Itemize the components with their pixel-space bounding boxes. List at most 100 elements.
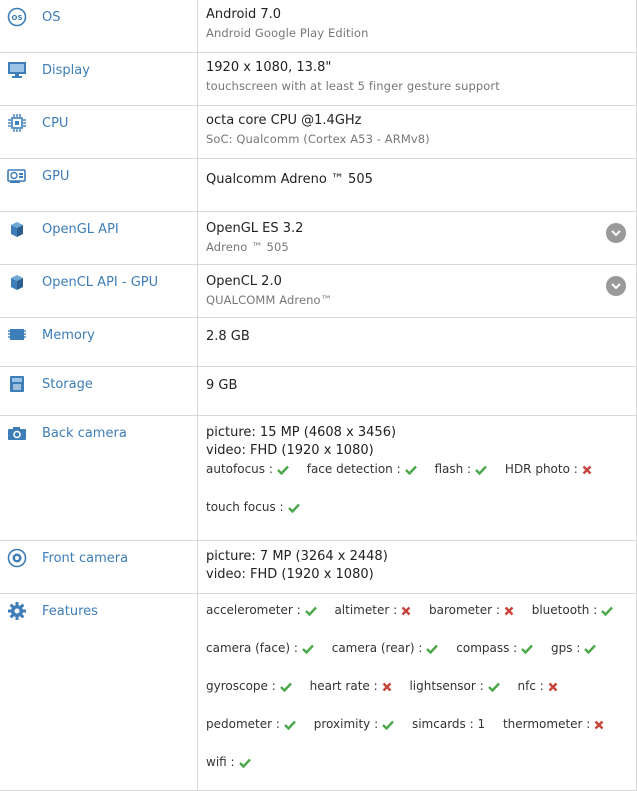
back-camera-picture: picture: 15 MP (4608 x 3456) — [206, 425, 397, 440]
feature-autofocus: autofocus : — [206, 460, 289, 480]
feature-camera-face: camera (face) : — [206, 639, 314, 659]
memory-label: Memory — [42, 328, 95, 343]
row-label-cell: Memory — [0, 318, 198, 366]
os-subvalue: Android Google Play Edition — [206, 26, 369, 40]
check-icon — [382, 717, 395, 735]
feature-altimeter: altimeter : — [334, 601, 411, 621]
opengl-expand-button[interactable] — [606, 223, 626, 243]
chevron-down-icon — [611, 230, 621, 237]
row-label-cell: Display — [0, 53, 198, 105]
features-line-2: camera (face) : camera (rear) : compass … — [206, 639, 636, 659]
front-camera-icon — [7, 548, 27, 568]
feature-gyroscope: gyroscope : — [206, 677, 292, 697]
feature-name: lightsensor : — [409, 679, 484, 693]
row-value-cell: Android 7.0 Android Google Play Edition — [198, 0, 637, 52]
feature-accelerometer: accelerometer : — [206, 601, 317, 621]
features-line-5: wifi : — [206, 753, 636, 773]
feature-gps: gps : — [551, 639, 597, 659]
feature-compass: compass : — [456, 639, 534, 659]
features-label: Features — [42, 604, 98, 619]
check-icon — [404, 462, 417, 480]
back-camera-features-2: touch focus : — [206, 498, 636, 518]
row-value-cell: picture: 15 MP (4608 x 3456) video: FHD … — [198, 416, 637, 540]
gear-icon — [7, 601, 27, 621]
feature-name: thermometer : — [502, 717, 591, 731]
row-features: Features accelerometer : altimeter : bar… — [0, 594, 637, 791]
row-label-cell: CPU — [0, 106, 198, 158]
display-value: 1920 x 1080, 13.8" — [206, 60, 332, 75]
feature-name: gps : — [551, 641, 581, 655]
feature-camera-rear: camera (rear) : — [332, 639, 439, 659]
back-camera-label: Back camera — [42, 426, 127, 441]
row-label-cell: Features — [0, 594, 198, 790]
check-icon — [521, 641, 534, 659]
feature-hdr-photo: HDR photo : — [505, 460, 592, 480]
row-value-cell: accelerometer : altimeter : barometer : … — [198, 594, 637, 790]
row-opengl: OpenGL API OpenGL ES 3.2 Adreno ™ 505 — [0, 212, 637, 265]
cpu-label: CPU — [42, 116, 69, 131]
row-label-cell: OS OS — [0, 0, 198, 52]
row-value-cell: OpenGL ES 3.2 Adreno ™ 505 — [198, 212, 637, 264]
monitor-icon — [7, 60, 27, 80]
row-opencl: OpenCL API - GPU OpenCL 2.0 QUALCOMM Adr… — [0, 265, 637, 318]
feature-name: accelerometer : — [206, 603, 301, 617]
row-gpu: GPU Qualcomm Adreno ™ 505 — [0, 159, 637, 212]
cross-icon — [548, 679, 558, 697]
opengl-label: OpenGL API — [42, 222, 119, 237]
feature-name: face detection : — [306, 462, 401, 476]
check-icon — [584, 641, 597, 659]
check-icon — [284, 717, 296, 735]
feature-flash: flash : — [434, 460, 487, 480]
opencl-expand-button[interactable] — [606, 276, 626, 296]
feature-name: simcards : — [411, 717, 474, 731]
feature-name: HDR photo : — [504, 462, 578, 476]
gpu-label: GPU — [42, 169, 70, 184]
chevron-down-icon — [611, 283, 621, 290]
features-line-4: pedometer : proximity : simcards : 1 the… — [206, 715, 636, 735]
feature-name: gyroscope : — [206, 679, 276, 693]
memory-value: 2.8 GB — [206, 329, 250, 344]
row-value-cell: OpenCL 2.0 QUALCOMM Adreno™ — [198, 265, 637, 317]
row-display: Display 1920 x 1080, 13.8" touchscreen w… — [0, 53, 637, 106]
row-label-cell: OpenGL API — [0, 212, 198, 264]
cross-icon — [582, 462, 592, 480]
storage-sd-icon — [7, 374, 27, 394]
row-value-cell: 2.8 GB — [198, 318, 637, 366]
device-spec-table: OS OS Android 7.0 Android Google Play Ed… — [0, 0, 637, 791]
feature-name: altimeter : — [334, 603, 398, 617]
os-value: Android 7.0 — [206, 7, 282, 22]
feature-bluetooth: bluetooth : — [532, 601, 614, 621]
cube-icon — [7, 272, 27, 292]
cpu-value: octa core CPU @1.4GHz — [206, 113, 362, 128]
feature-name: barometer : — [428, 603, 500, 617]
row-label-cell: Storage — [0, 367, 198, 415]
front-camera-picture: picture: 7 MP (3264 x 2448) — [206, 549, 388, 564]
gpu-card-icon — [7, 166, 27, 186]
opencl-value: OpenCL 2.0 — [206, 274, 282, 289]
check-icon — [238, 755, 251, 773]
feature-barometer: barometer : — [429, 601, 514, 621]
features-line-3: gyroscope : heart rate : lightsensor : n… — [206, 677, 636, 697]
opencl-label: OpenCL API - GPU — [42, 275, 159, 290]
feature-heart-rate: heart rate : — [310, 677, 392, 697]
row-os: OS OS Android 7.0 Android Google Play Ed… — [0, 0, 637, 53]
feature-thermometer: thermometer : — [503, 715, 604, 735]
row-front-camera: Front camera picture: 7 MP (3264 x 2448)… — [0, 541, 637, 594]
feature-name: camera (face) : — [206, 641, 298, 655]
feature-touch-focus: touch focus : — [206, 498, 300, 518]
feature-simcards: simcards : 1 — [412, 715, 485, 733]
feature-name: proximity : — [313, 717, 379, 731]
cube-icon — [7, 219, 27, 239]
gpu-value: Qualcomm Adreno ™ 505 — [206, 172, 373, 187]
simcards-count: 1 — [477, 717, 486, 731]
feature-name: bluetooth : — [531, 603, 598, 617]
cross-icon — [504, 603, 514, 621]
feature-nfc: nfc : — [518, 677, 558, 697]
cross-icon — [401, 603, 411, 621]
row-value-cell: octa core CPU @1.4GHz SoC: Qualcomm (Cor… — [198, 106, 637, 158]
row-back-camera: Back camera picture: 15 MP (4608 x 3456)… — [0, 416, 637, 541]
svg-text:OS: OS — [12, 14, 23, 22]
cross-icon — [594, 717, 604, 735]
row-memory: Memory 2.8 GB — [0, 318, 637, 367]
check-icon — [426, 641, 439, 659]
